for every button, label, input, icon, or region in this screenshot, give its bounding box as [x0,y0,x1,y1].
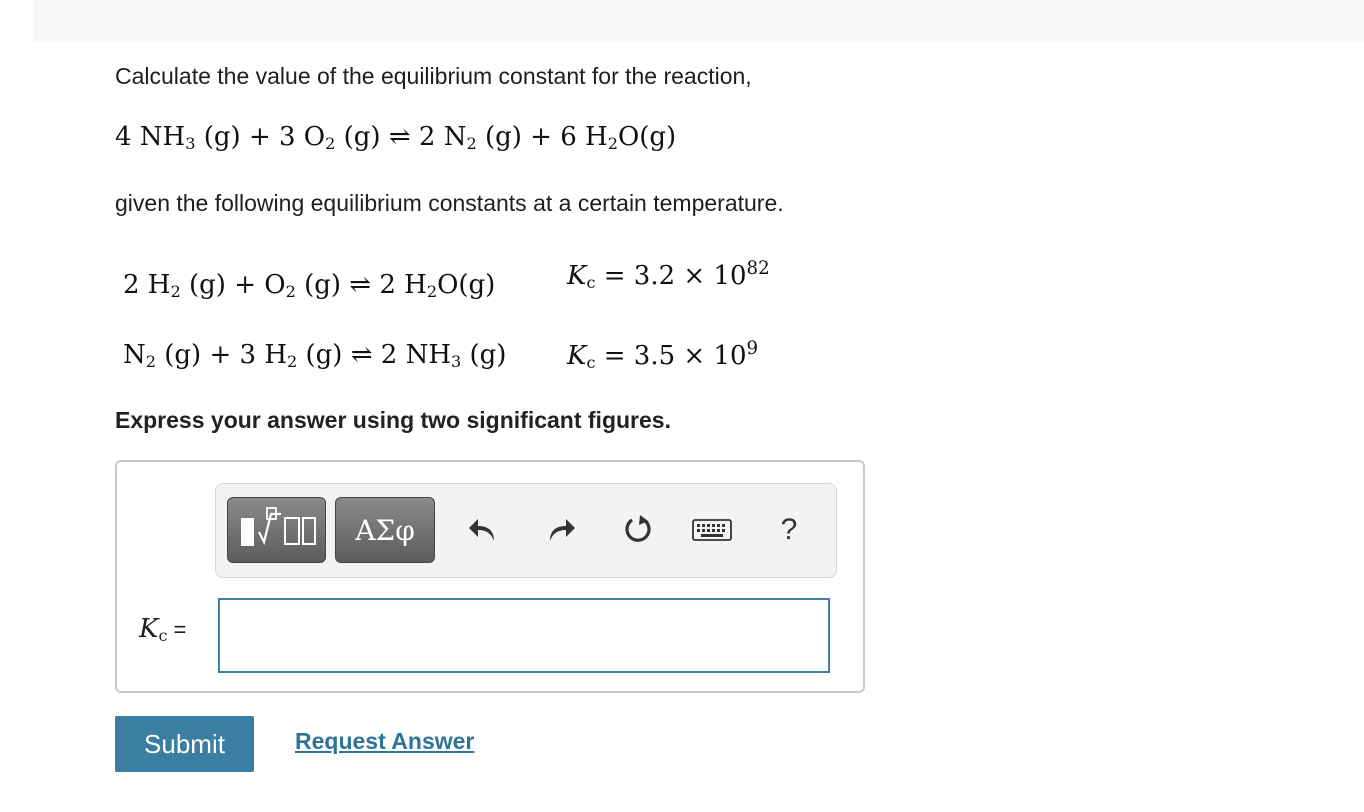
templates-icon [237,506,317,555]
request-answer-link[interactable]: Request Answer [295,728,474,755]
symbols-button[interactable]: ΑΣφ [335,497,435,563]
given-text: given the following equilibrium constant… [115,190,784,216]
given-kc-1: Kc = 3.2 × 1082 [567,258,770,293]
kc-answer-label: Kc = [139,614,187,646]
redo-icon[interactable] [541,510,581,550]
submit-button[interactable]: Submit [115,716,254,772]
kc-answer-input[interactable] [218,598,830,673]
math-toolbar: ΑΣφ ? [215,483,837,578]
answer-instruction: Express your answer using two significan… [115,407,671,433]
question-prompt: Calculate the value of the equilibrium c… [115,63,752,89]
given-reaction-1: 2 H2 (g) + O2 (g) ⇌ 2 H2O(g) [123,270,496,302]
undo-icon[interactable] [463,510,503,550]
main-reaction-equation: 4 NH3 (g) + 3 O2 (g) ⇌ 2 N2 (g) + 6 H2O(… [115,122,677,154]
top-band [34,0,1364,42]
answer-box: ΑΣφ ? Kc = [115,460,865,693]
given-reaction-2: N2 (g) + 3 H2 (g) ⇌ 2 NH3 (g) [123,340,507,372]
help-icon[interactable]: ? [769,510,809,550]
keyboard-icon[interactable] [692,510,732,550]
given-kc-2: Kc = 3.5 × 109 [567,338,759,373]
reset-icon[interactable] [618,510,658,550]
templates-button[interactable] [227,497,326,563]
